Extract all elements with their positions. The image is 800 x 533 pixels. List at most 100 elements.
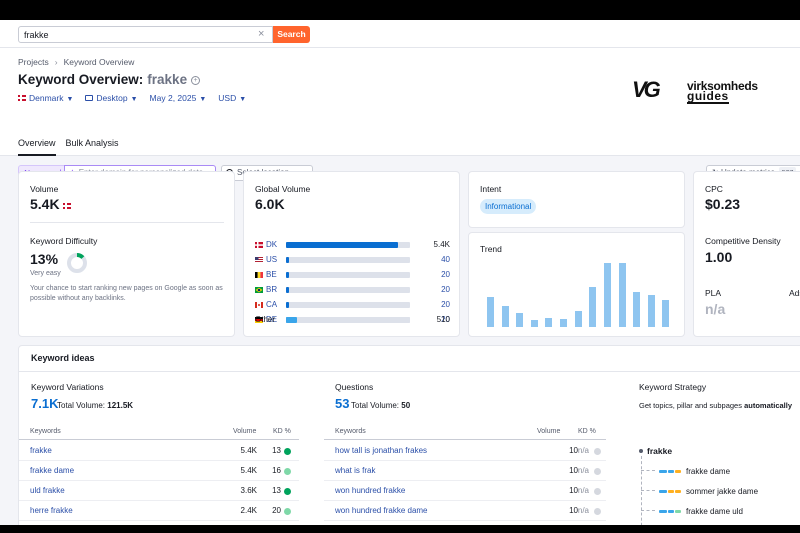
tab-bulk-analysis[interactable]: Bulk Analysis: [66, 138, 119, 156]
strategy-root[interactable]: frakke: [639, 446, 672, 456]
volume-track: [286, 257, 410, 263]
difficulty-dot-icon: [594, 448, 601, 455]
trend-bar: [633, 291, 641, 327]
difficulty-label: Keyword Difficulty: [30, 236, 98, 246]
country-row-dk: DK 5.4K: [255, 240, 450, 250]
country-select[interactable]: Denmark ▼: [18, 93, 73, 103]
table-row: frakke 5.4K 13: [19, 441, 299, 461]
trend-bar: [487, 296, 494, 327]
keyword-link[interactable]: uld frakke: [30, 486, 65, 495]
keyword-link[interactable]: frakke: [30, 446, 52, 455]
tab-overview[interactable]: Overview: [18, 138, 56, 156]
intent-bars-icon: [659, 466, 682, 475]
volume-track: [286, 242, 410, 248]
country-code[interactable]: CA: [266, 300, 277, 309]
country-row-be: BE 20: [255, 270, 450, 280]
divider: [19, 371, 800, 372]
volume-fill: [286, 317, 297, 323]
country-code[interactable]: US: [266, 255, 277, 264]
strategy-item[interactable]: sommer jakke dame: [641, 486, 758, 496]
trend-label: Trend: [480, 244, 502, 254]
questions-table-header: Keywords Volume KD %: [324, 426, 606, 440]
us-flag-icon: [255, 256, 263, 263]
keyword-difficulty: 16: [272, 466, 281, 475]
country-volume[interactable]: 20: [441, 300, 450, 309]
tree-connector: [641, 470, 655, 471]
page-header: Projects › Keyword Overview Keyword Overvi…: [0, 48, 800, 156]
keyword-link[interactable]: frakke dame: [30, 466, 74, 475]
breadcrumb-projects-link[interactable]: Projects: [18, 57, 49, 67]
difficulty-dot-icon: [594, 508, 601, 515]
denmark-flag-icon: [63, 203, 72, 209]
country-code[interactable]: DK: [266, 240, 277, 249]
variations-total: Total Volume: 121.5K: [57, 401, 134, 410]
difficulty-dot-icon: [284, 448, 291, 455]
search-input[interactable]: frakke: [18, 26, 273, 43]
trend-bar: [516, 312, 524, 327]
ca-flag-icon: [255, 301, 263, 308]
search-button[interactable]: Search: [273, 26, 310, 43]
keyword-volume: 5.4K: [240, 446, 257, 455]
country-volume: 5.4K: [433, 240, 450, 249]
strategy-item[interactable]: frakke dame: [641, 466, 730, 476]
competition-value: 1.00: [705, 249, 733, 265]
volume-fill: [286, 257, 290, 263]
difficulty-dot-icon: [284, 468, 291, 475]
virksomhedsguides-logo: VG virksomheds guides: [632, 77, 772, 107]
questions-count[interactable]: 53: [335, 396, 349, 411]
strategy-item-label: frakke dame uld: [686, 507, 743, 516]
keyword-link[interactable]: won hundred frakke: [335, 486, 405, 495]
br-flag-icon: [255, 286, 263, 293]
currency-select[interactable]: USD ▼: [218, 93, 246, 103]
country-row-br: BR 20: [255, 285, 450, 295]
keyword-ideas-card: Keyword ideas Keyword Variations 7.1K To…: [18, 345, 800, 525]
global-volume-card: Global Volume 6.0K DK 5.4K US 40 BE 20 BR 20 CA 2…: [243, 171, 460, 337]
clear-search-icon[interactable]: ×: [258, 26, 264, 43]
global-volume-value: 6.0K: [255, 196, 285, 212]
logo-line-2: guides: [687, 89, 729, 104]
trend-bar: [603, 263, 611, 327]
add-keyword-icon[interactable]: +: [191, 76, 201, 85]
keyword-difficulty: n/a: [577, 486, 589, 495]
keyword-difficulty: n/a: [577, 506, 589, 515]
country-code[interactable]: BR: [266, 285, 277, 294]
strategy-title: Keyword Strategy: [639, 382, 707, 392]
chevron-down-icon: ▼: [199, 96, 207, 103]
chevron-down-icon: ▼: [239, 96, 247, 103]
strategy-item-label: sommer jakke dame: [686, 487, 759, 496]
intent-label: Intent: [480, 184, 502, 194]
intent-bar: [675, 490, 681, 493]
country-volume[interactable]: 20: [441, 285, 450, 294]
intent-bar: [668, 470, 674, 473]
date-select[interactable]: May 2, 2025 ▼: [150, 93, 207, 103]
questions-total: Total Volume: 50: [351, 401, 411, 410]
variations-table-header: Keywords Volume KD %: [19, 426, 299, 440]
intent-bar: [659, 490, 667, 493]
keyword-link[interactable]: herre frakke: [30, 506, 73, 515]
trend-card: Trend: [468, 232, 685, 337]
country-row-other: Other 510: [255, 315, 450, 325]
trend-bar: [501, 305, 509, 327]
volume-track: [286, 272, 410, 278]
cpc-card: CPC $0.23 Competitive Density 1.00 PLA n…: [693, 171, 800, 337]
keyword-volume: 5.4K: [240, 466, 257, 475]
keyword-link[interactable]: won hundred frakke dame: [335, 506, 428, 515]
be-flag-icon: [255, 271, 263, 278]
country-volume[interactable]: 20: [441, 270, 450, 279]
intent-bars-icon: [659, 506, 682, 515]
country-code[interactable]: BE: [266, 270, 277, 279]
variations-count[interactable]: 7.1K: [31, 396, 58, 411]
country-volume[interactable]: 40: [441, 255, 450, 264]
device-select[interactable]: Desktop ▼: [85, 93, 138, 103]
strategy-item[interactable]: frakke dame uld: [641, 506, 743, 516]
keyword-link[interactable]: how tall is jonathan frakes: [335, 446, 427, 455]
keyword-link[interactable]: what is frak: [335, 466, 375, 475]
intent-bar: [659, 510, 667, 513]
pla-value: n/a: [705, 301, 726, 317]
breadcrumb-current: Keyword Overview: [63, 57, 135, 67]
strategy-item-label: frakke dame: [686, 467, 731, 476]
difficulty-dot-icon: [284, 508, 291, 515]
other-label: Other: [255, 315, 276, 324]
table-row: what is frak 10 n/a: [324, 461, 606, 481]
competition-label: Competitive Density: [705, 236, 781, 246]
